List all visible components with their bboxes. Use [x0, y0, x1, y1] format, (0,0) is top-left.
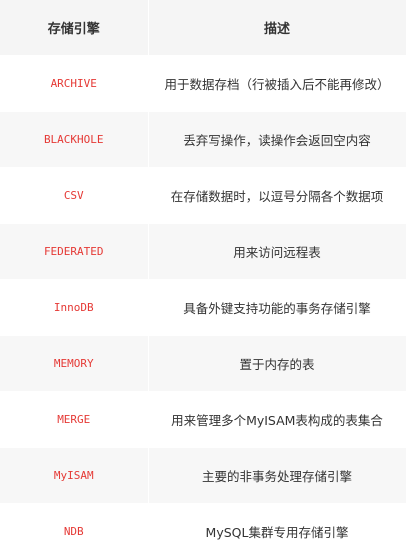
engine-description: 具备外键支持功能的事务存储引擎	[148, 279, 407, 336]
table-row: BLACKHOLE 丢弃写操作，读操作会返回空内容	[0, 111, 407, 168]
engine-name: MEMORY	[0, 335, 149, 392]
table-row: InnoDB 具备外键支持功能的事务存储引擎	[0, 279, 407, 336]
engine-name: FEDERATED	[0, 223, 149, 280]
table-row: ARCHIVE 用于数据存档（行被插入后不能再修改）	[0, 55, 407, 112]
header-description: 描述	[148, 0, 407, 56]
table-row: MEMORY 置于内存的表	[0, 335, 407, 392]
table-row: CSV 在存储数据时，以逗号分隔各个数据项	[0, 167, 407, 224]
engine-description: 在存储数据时，以逗号分隔各个数据项	[148, 167, 407, 224]
engine-name: InnoDB	[0, 279, 149, 336]
engine-description: 主要的非事务处理存储引擎	[148, 447, 407, 504]
engine-name: MyISAM	[0, 447, 149, 504]
storage-engine-table-container: 存储引擎 描述 ARCHIVE 用于数据存档（行被插入后不能再修改） BLACK…	[0, 0, 413, 560]
table-row: NDB MySQL集群专用存储引擎	[0, 503, 407, 560]
engine-description: 用于数据存档（行被插入后不能再修改）	[148, 55, 407, 112]
engine-name: NDB	[0, 503, 149, 560]
engine-name: ARCHIVE	[0, 55, 149, 112]
engine-description: 用来管理多个MyISAM表构成的表集合	[148, 391, 407, 448]
right-margin	[406, 0, 413, 553]
engine-description: MySQL集群专用存储引擎	[148, 503, 407, 560]
engine-name: CSV	[0, 167, 149, 224]
table-row: FEDERATED 用来访问远程表	[0, 223, 407, 280]
engine-description: 用来访问远程表	[148, 223, 407, 280]
engine-name: BLACKHOLE	[0, 111, 149, 168]
table-row: MERGE 用来管理多个MyISAM表构成的表集合	[0, 391, 407, 448]
table-row: MyISAM 主要的非事务处理存储引擎	[0, 447, 407, 504]
table-header-row: 存储引擎 描述	[0, 0, 407, 56]
header-engine: 存储引擎	[0, 0, 149, 56]
engine-description: 置于内存的表	[148, 335, 407, 392]
engine-description: 丢弃写操作，读操作会返回空内容	[148, 111, 407, 168]
storage-engine-table: 存储引擎 描述 ARCHIVE 用于数据存档（行被插入后不能再修改） BLACK…	[0, 0, 407, 560]
engine-name: MERGE	[0, 391, 149, 448]
